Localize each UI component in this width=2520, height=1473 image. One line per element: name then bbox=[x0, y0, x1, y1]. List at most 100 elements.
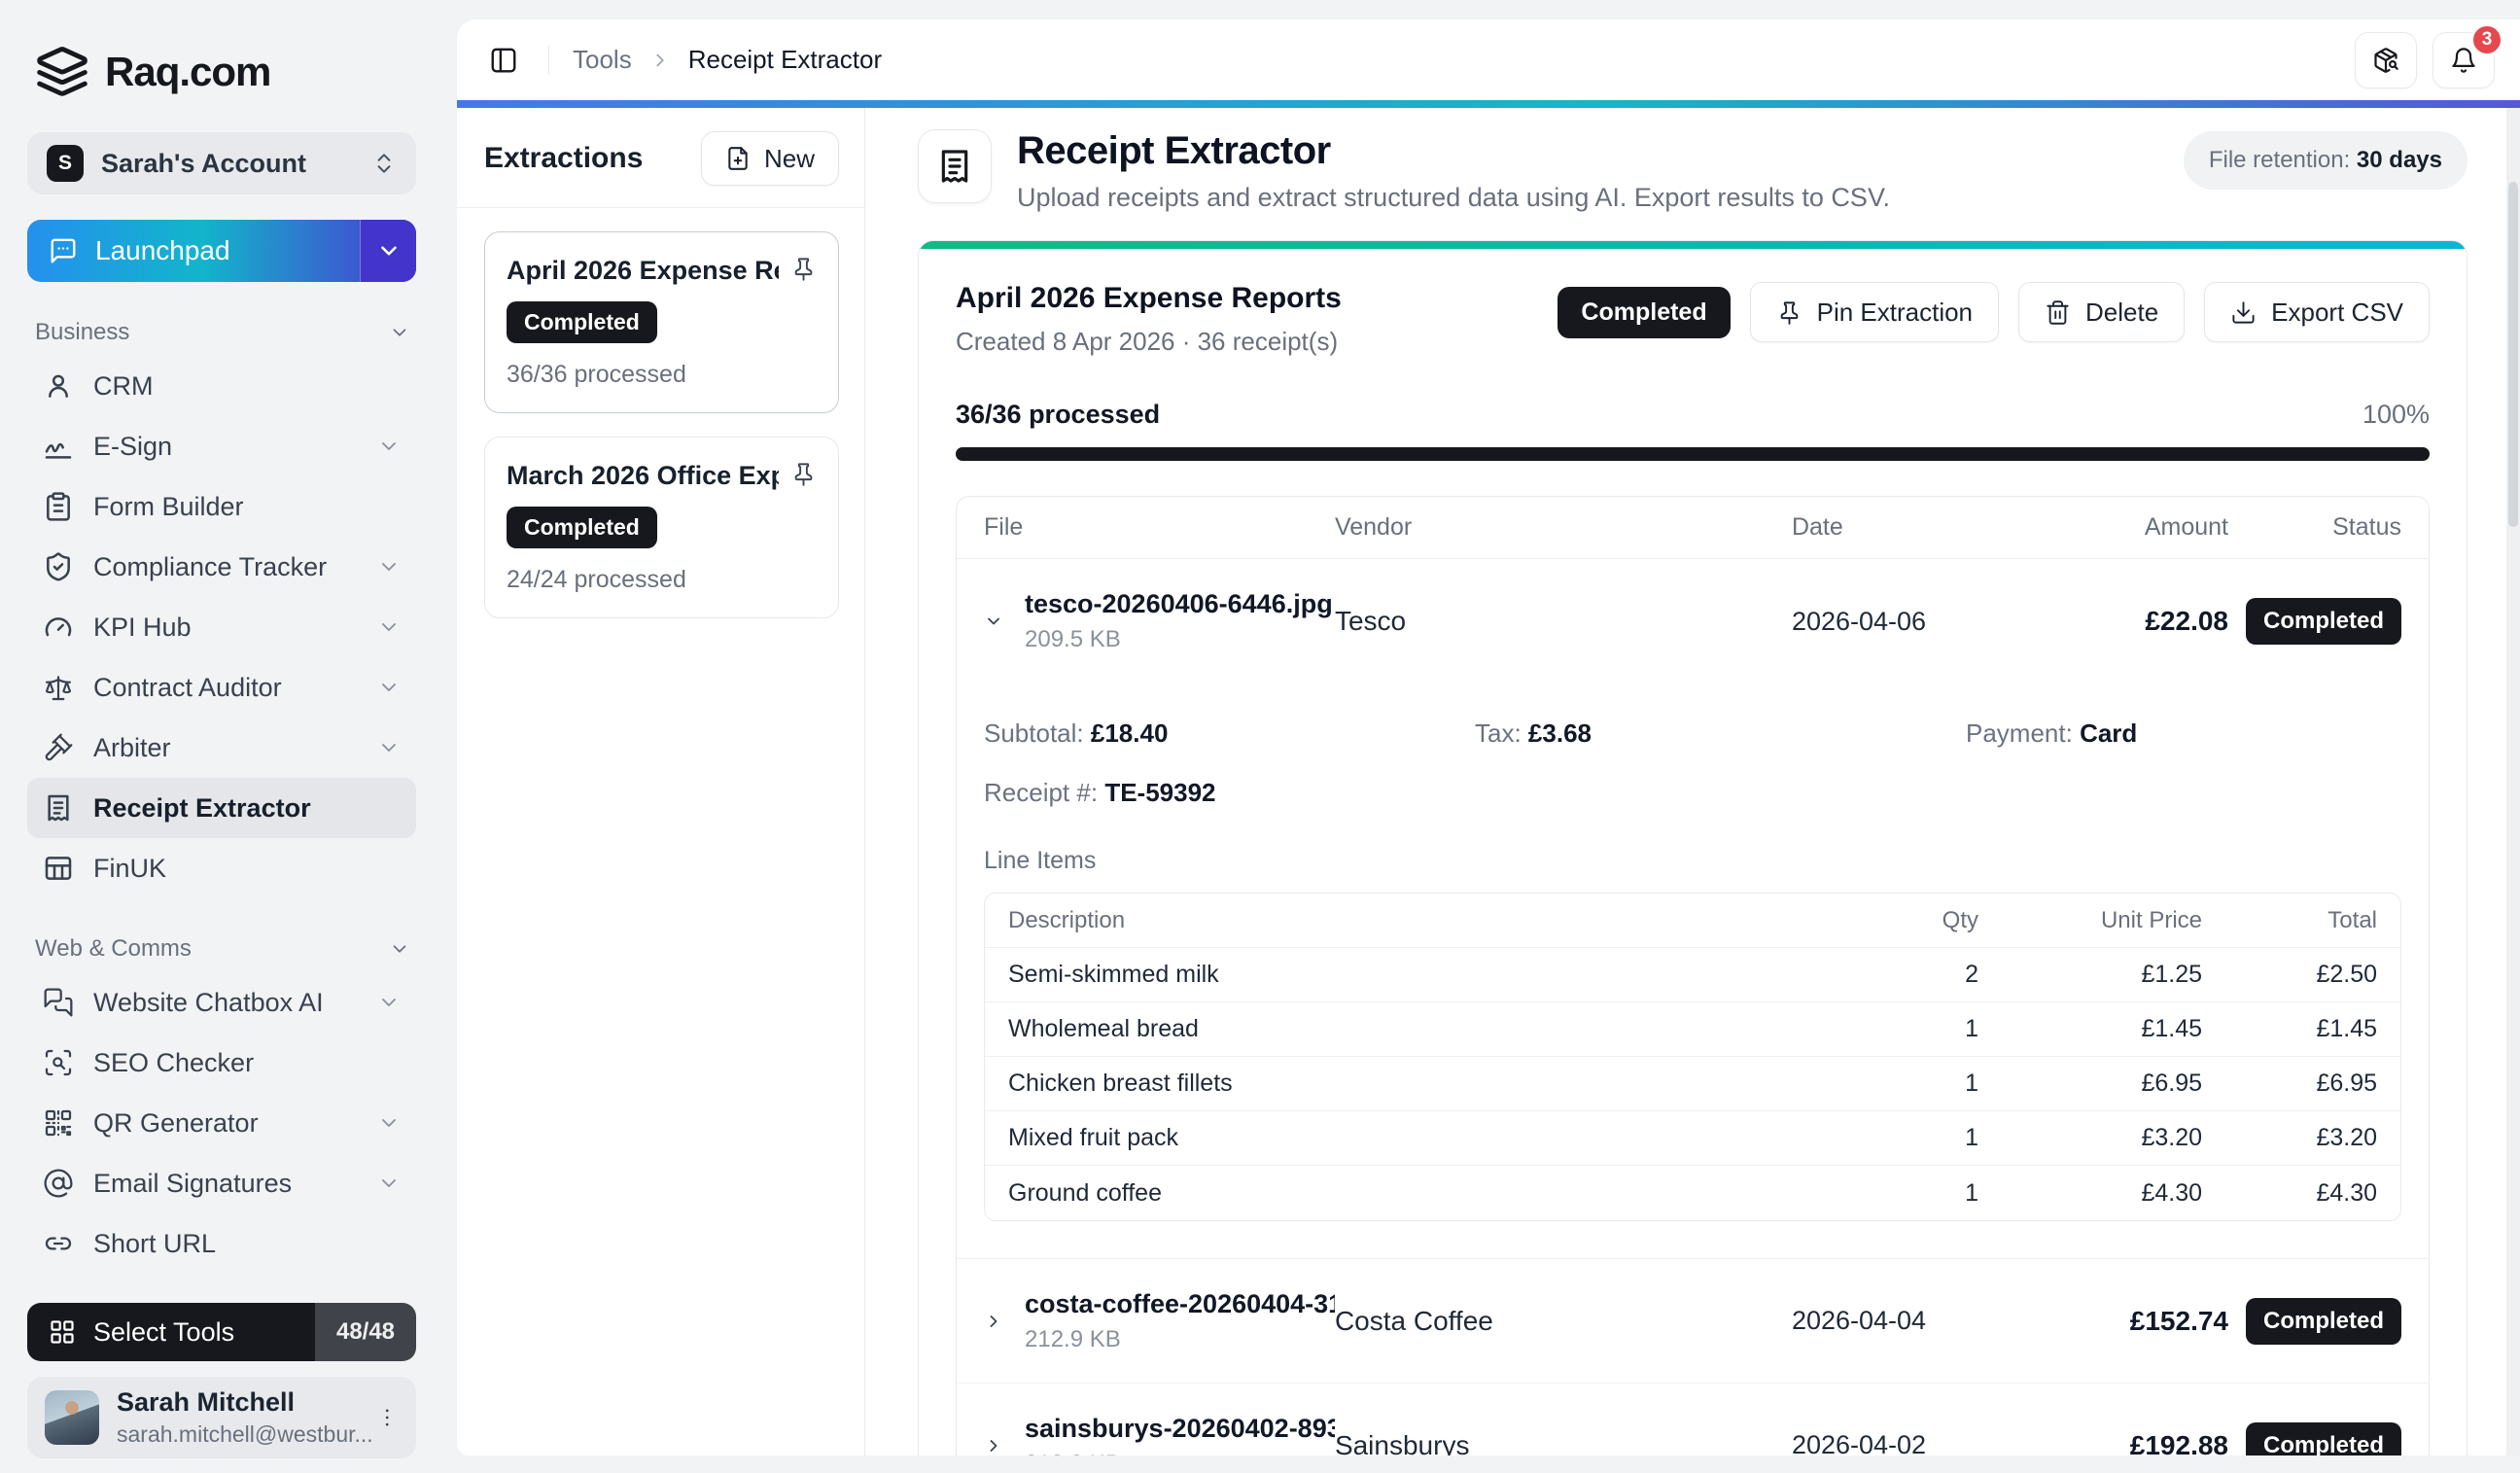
col-status: Status bbox=[2228, 513, 2401, 542]
chevron-down-icon bbox=[377, 991, 401, 1014]
export-csv-button[interactable]: Export CSV bbox=[2204, 282, 2430, 342]
sidebar-item-email-signatures[interactable]: Email Signatures bbox=[27, 1153, 416, 1213]
amount: £22.08 bbox=[2045, 606, 2228, 637]
sidebar-item-website-chatbox-ai[interactable]: Website Chatbox AI bbox=[27, 972, 416, 1033]
sidebar-item-receipt-extractor[interactable]: Receipt Extractor bbox=[27, 778, 416, 838]
receipts-table-header: File Vendor Date Amount Status bbox=[957, 497, 2429, 559]
chevron-down-icon bbox=[376, 238, 402, 263]
pin-icon[interactable] bbox=[790, 256, 817, 282]
section-business-label: Business bbox=[35, 319, 129, 346]
scrollbar-thumb[interactable] bbox=[2508, 182, 2518, 527]
at-sign-icon bbox=[43, 1168, 74, 1199]
brand-logo: Raq.com bbox=[27, 45, 416, 99]
breadcrumb-tools[interactable]: Tools bbox=[573, 45, 632, 75]
scrollbar-track[interactable] bbox=[2506, 108, 2520, 1455]
vendor: Tesco bbox=[1335, 606, 1792, 637]
subtotal: Subtotal: £18.40 bbox=[984, 719, 1475, 749]
account-label: Sarah's Account bbox=[101, 149, 306, 179]
chevron-down-icon bbox=[377, 1111, 401, 1135]
extraction-list-item-march[interactable]: March 2026 Office Expe... Completed 24/2… bbox=[484, 437, 839, 618]
new-extraction-button[interactable]: New bbox=[701, 131, 839, 186]
chevron-down-icon bbox=[377, 1172, 401, 1195]
notification-badge: 3 bbox=[2470, 23, 2503, 56]
package-search-icon bbox=[2372, 47, 2399, 74]
chevron-right-icon[interactable] bbox=[984, 1312, 1003, 1331]
table-row[interactable]: costa-coffee-20260404-3135.pdf 212.9 KB … bbox=[957, 1259, 2429, 1384]
package-search-button[interactable] bbox=[2355, 32, 2417, 88]
pin-extraction-button[interactable]: Pin Extraction bbox=[1750, 282, 1999, 342]
select-tools-button[interactable]: Select Tools 48/48 bbox=[27, 1303, 416, 1361]
line-items-label: Line Items bbox=[984, 847, 2401, 875]
user-icon bbox=[43, 370, 74, 402]
qr-code-icon bbox=[43, 1107, 74, 1139]
account-switcher[interactable]: S Sarah's Account bbox=[27, 132, 416, 194]
grid-icon bbox=[49, 1318, 76, 1346]
user-email: sarah.mitchell@westbur... bbox=[117, 1421, 358, 1448]
gavel-icon bbox=[43, 732, 74, 763]
sidebar-item-form-builder[interactable]: Form Builder bbox=[27, 476, 416, 537]
col-date: Date bbox=[1792, 513, 2045, 542]
amount: £192.88 bbox=[2045, 1430, 2228, 1456]
card-gradient-bar bbox=[919, 241, 2467, 249]
file-name: costa-coffee-20260404-3135.pdf bbox=[1025, 1289, 1335, 1319]
launchpad-button[interactable]: Launchpad bbox=[27, 220, 416, 282]
sidebar-item-qr-generator[interactable]: QR Generator bbox=[27, 1093, 416, 1153]
chevron-down-icon bbox=[377, 615, 401, 639]
sidebar-item-contract-auditor[interactable]: Contract Auditor bbox=[27, 657, 416, 718]
sidebar-item-finuk[interactable]: FinUK bbox=[27, 838, 416, 898]
sidebar-item-arbiter[interactable]: Arbiter bbox=[27, 718, 416, 778]
status-badge: Completed bbox=[507, 507, 657, 548]
chevron-down-icon[interactable] bbox=[984, 612, 1003, 631]
sidebar-item-label: E-Sign bbox=[93, 432, 172, 462]
sidebar-item-compliance-tracker[interactable]: Compliance Tracker bbox=[27, 537, 416, 597]
user-card[interactable]: Sarah Mitchell sarah.mitchell@westbur... bbox=[27, 1377, 416, 1458]
sidebar: Raq.com S Sarah's Account Launchpad Busi… bbox=[0, 0, 457, 1473]
section-business[interactable]: Business bbox=[35, 319, 410, 346]
sidebar-item-label: Form Builder bbox=[93, 492, 244, 522]
pin-icon[interactable] bbox=[790, 461, 817, 487]
notifications-button[interactable]: 3 bbox=[2432, 32, 2495, 88]
sidebar-item-seo-checker[interactable]: SEO Checker bbox=[27, 1033, 416, 1093]
receipts-table: File Vendor Date Amount Status tesco- bbox=[956, 496, 2430, 1455]
sidebar-item-crm[interactable]: CRM bbox=[27, 356, 416, 416]
tax: Tax: £3.68 bbox=[1475, 719, 1966, 749]
sidebar-toggle-button[interactable] bbox=[482, 39, 525, 82]
line-items-header: Description Qty Unit Price Total bbox=[985, 894, 2400, 948]
select-tools-count: 48/48 bbox=[315, 1303, 416, 1361]
line-item-row: Semi-skimmed milk 2 £1.25 £2.50 bbox=[985, 948, 2400, 1002]
file-size: 209.5 KB bbox=[1025, 626, 1333, 653]
line-item-row: Chicken breast fillets 1 £6.95 £6.95 bbox=[985, 1057, 2400, 1111]
extraction-list-item-april[interactable]: April 2026 Expense Rep... Completed 36/3… bbox=[484, 231, 839, 413]
main-panel: Tools Receipt Extractor 3 Extractions Ne… bbox=[457, 19, 2520, 1455]
sidebar-item-kpi-hub[interactable]: KPI Hub bbox=[27, 597, 416, 657]
scan-search-icon bbox=[43, 1047, 74, 1078]
page-subtitle: Upload receipts and extract structured d… bbox=[1017, 183, 2184, 213]
status-badge: Completed bbox=[2246, 1298, 2401, 1345]
launchpad-expand-button[interactable] bbox=[360, 220, 416, 282]
chevron-right-icon[interactable] bbox=[984, 1436, 1003, 1455]
sidebar-item-short-url[interactable]: Short URL bbox=[27, 1213, 416, 1274]
sidebar-item-label: Receipt Extractor bbox=[93, 793, 311, 824]
account-avatar: S bbox=[47, 145, 84, 182]
chevron-down-icon bbox=[389, 938, 410, 960]
progress-percent: 100% bbox=[2362, 400, 2430, 430]
sidebar-item-label: Email Signatures bbox=[93, 1169, 292, 1199]
more-vertical-icon[interactable] bbox=[375, 1405, 399, 1430]
status-badge: Completed bbox=[2246, 598, 2401, 645]
table-row[interactable]: sainsburys-20260402-8934.png 213.0 KB Sa… bbox=[957, 1384, 2429, 1455]
section-web-comms[interactable]: Web & Comms bbox=[35, 935, 410, 963]
delete-button[interactable]: Delete bbox=[2018, 282, 2185, 342]
receipt-icon bbox=[935, 147, 974, 186]
table-row[interactable]: tesco-20260406-6446.jpg 209.5 KB Tesco 2… bbox=[957, 559, 2429, 684]
scale-icon bbox=[43, 672, 74, 703]
avatar bbox=[45, 1390, 99, 1445]
progress-label: 36/36 processed bbox=[956, 400, 1160, 430]
retention-label: File retention: bbox=[2209, 147, 2350, 173]
breadcrumb-page: Receipt Extractor bbox=[688, 45, 882, 75]
line-item-row: Ground coffee 1 £4.30 £4.30 bbox=[985, 1166, 2400, 1220]
sidebar-item-label: KPI Hub bbox=[93, 613, 192, 643]
chevron-down-icon bbox=[377, 736, 401, 759]
sidebar-item-esign[interactable]: E-Sign bbox=[27, 416, 416, 476]
chevron-down-icon bbox=[389, 322, 410, 343]
content-area: Receipt Extractor Upload receipts and ex… bbox=[865, 108, 2520, 1455]
